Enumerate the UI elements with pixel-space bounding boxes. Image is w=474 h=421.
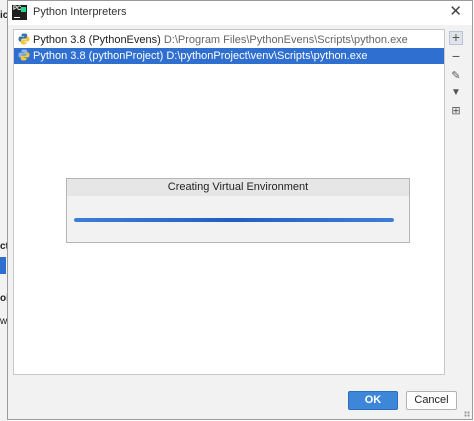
background-text-fragment: ol bbox=[0, 293, 7, 304]
python-interpreters-dialog: PC Python Interpreters ✕ Python 3.8 (Pyt… bbox=[7, 0, 473, 420]
interpreter-path: D:\Program Files\PythonEvens\Scripts\pyt… bbox=[163, 34, 408, 46]
progress-bar bbox=[74, 218, 394, 222]
progress-bar-fill bbox=[74, 218, 394, 222]
dialog-title: Python Interpreters bbox=[33, 6, 127, 18]
interpreter-item-selected[interactable]: Python 3.8 (pythonProject) D:\pythonProj… bbox=[14, 48, 444, 64]
cancel-button[interactable]: Cancel bbox=[406, 391, 457, 410]
edit-icon[interactable]: ✎ bbox=[449, 69, 463, 83]
progress-dialog-title: Creating Virtual Environment bbox=[67, 179, 409, 196]
interpreter-path: D:\pythonProject\venv\Scripts\python.exe bbox=[166, 50, 368, 62]
background-text-fragment: w bbox=[0, 316, 7, 327]
interpreter-name: Python 3.8 (pythonProject) bbox=[33, 50, 164, 62]
filter-icon[interactable]: ▼ bbox=[449, 86, 463, 100]
show-paths-tree-icon[interactable]: ⊞ bbox=[449, 104, 463, 118]
background-window: ic ct ol w bbox=[0, 0, 7, 421]
pycharm-app-icon: PC bbox=[12, 5, 27, 20]
interpreter-item[interactable]: Python 3.8 (PythonEvens) D:\Program File… bbox=[14, 32, 444, 48]
interpreter-toolbar: + − ✎ ▼ ⊞ bbox=[445, 29, 467, 375]
remove-icon[interactable]: − bbox=[449, 49, 463, 63]
add-icon[interactable]: + bbox=[449, 30, 463, 45]
python-logo-icon bbox=[18, 33, 30, 45]
background-text-fragment: ct bbox=[0, 241, 7, 252]
progress-dialog: Creating Virtual Environment bbox=[66, 178, 410, 243]
python-logo-icon bbox=[18, 49, 30, 61]
resize-grip-icon[interactable] bbox=[464, 411, 470, 417]
ok-button[interactable]: OK bbox=[348, 391, 398, 410]
interpreter-name: Python 3.8 (PythonEvens) bbox=[33, 34, 161, 46]
dialog-titlebar: PC Python Interpreters ✕ bbox=[8, 1, 472, 25]
background-text-fragment: ic bbox=[0, 10, 7, 21]
background-selection-strip bbox=[0, 257, 6, 274]
close-icon[interactable]: ✕ bbox=[449, 4, 462, 20]
